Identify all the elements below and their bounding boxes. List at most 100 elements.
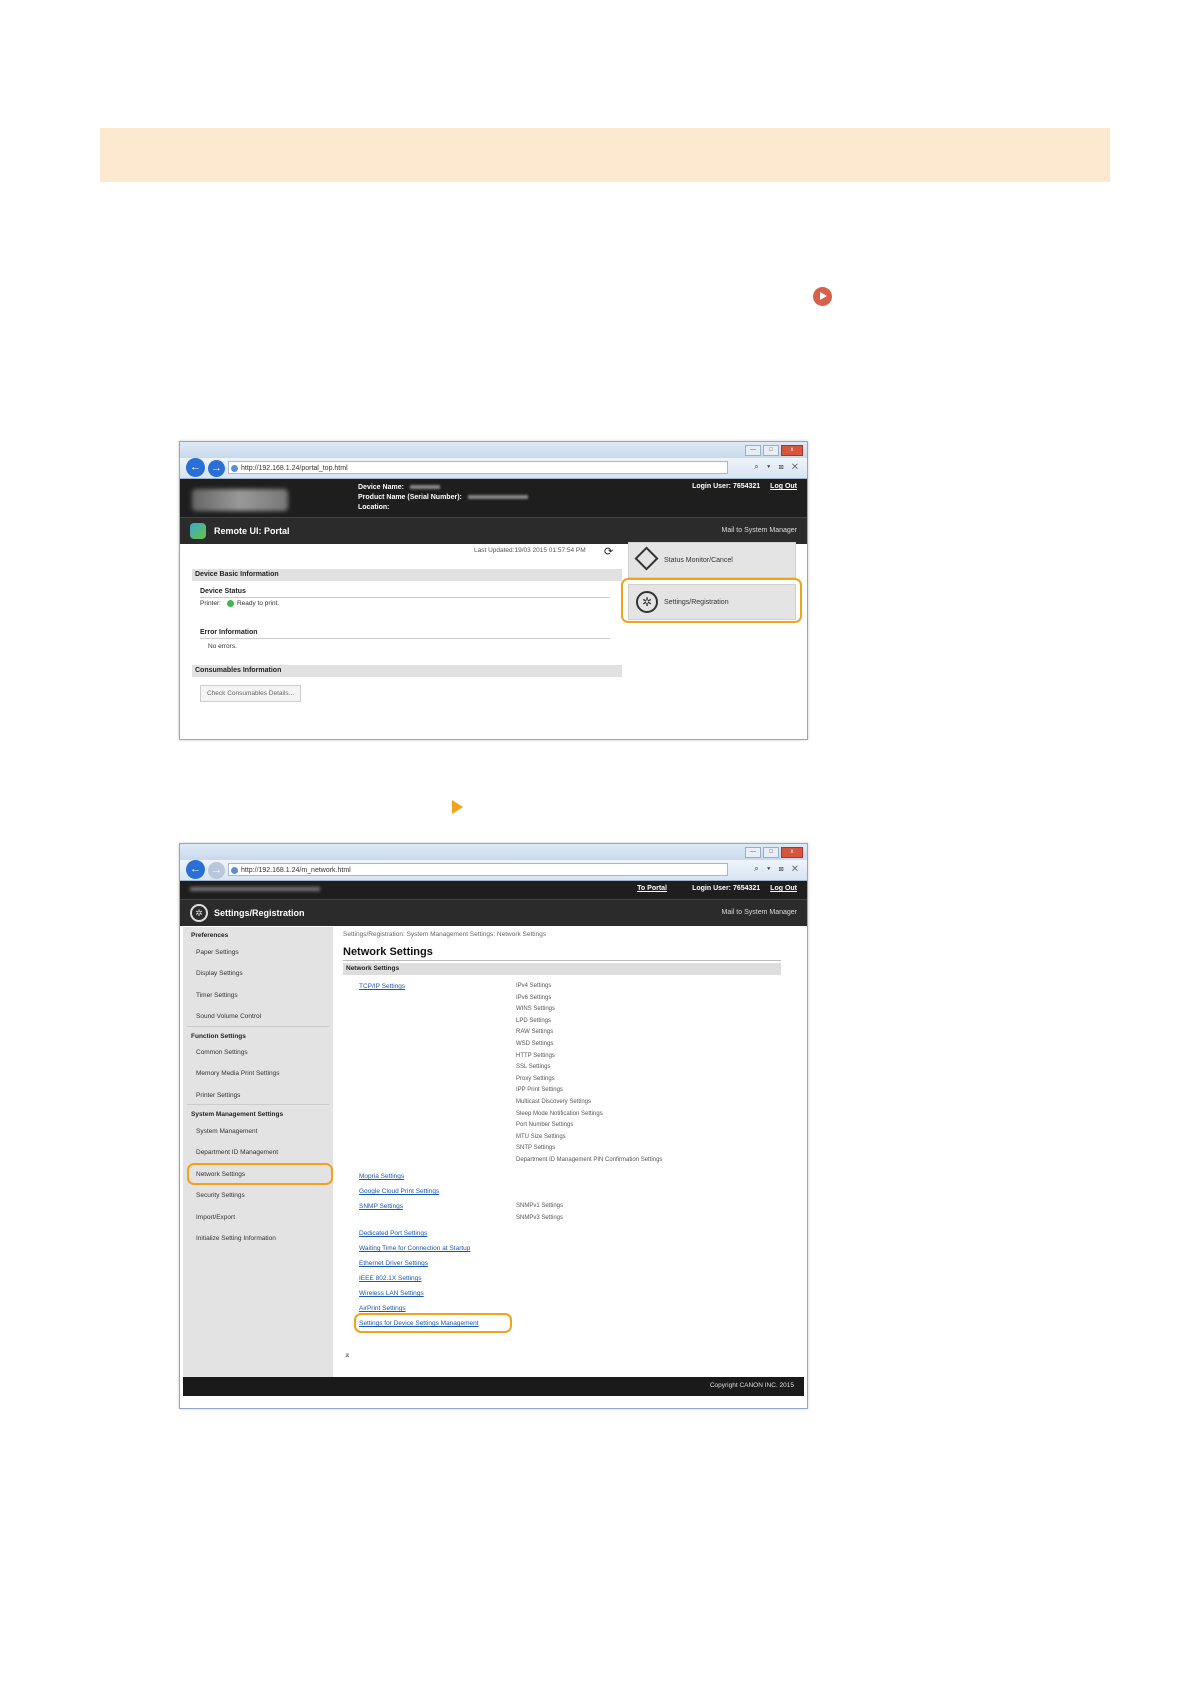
sidebar-item-system-management[interactable]: System Management — [196, 1128, 257, 1135]
location-label: Location: — [358, 504, 390, 511]
close-button[interactable]: x — [781, 847, 803, 858]
portal-title: Remote UI: Portal — [214, 526, 290, 536]
portal-title-bar: Remote UI: Portal Mail to System Manager — [180, 517, 807, 544]
error-info-heading: Error Information — [200, 629, 258, 636]
browser-tools-icons[interactable]: ⌕ ▾ ⊠ ✕ — [754, 864, 801, 874]
status-monitor-label: Status Monitor/Cancel — [664, 557, 733, 564]
sidebar-group-system: System Management Settings — [191, 1111, 284, 1118]
logout-link[interactable]: Log Out — [770, 483, 797, 490]
list-item: SNMPv3 Settings — [516, 1214, 564, 1221]
minimize-button[interactable]: — — [745, 847, 761, 858]
back-button[interactable]: ← — [186, 860, 205, 879]
device-name-label: Device Name: — [358, 484, 404, 491]
printer-status-text: Ready to print. — [236, 600, 280, 608]
mail-system-manager-link[interactable]: Mail to System Manager — [722, 909, 797, 916]
network-settings-highlight — [187, 1163, 333, 1185]
play-circle-icon[interactable] — [813, 287, 832, 306]
settings-title-bar: ✲ Settings/Registration Mail to System M… — [180, 899, 807, 926]
sidebar-item-display-settings[interactable]: Display Settings — [196, 970, 243, 977]
settings-body: Preferences Paper Settings Display Setti… — [180, 927, 807, 1377]
status-monitor-button[interactable]: Status Monitor/Cancel — [628, 542, 796, 578]
sidebar-item-common-settings[interactable]: Common Settings — [196, 1049, 248, 1056]
settings-registration-highlight — [621, 578, 802, 623]
login-user-label: Login User: — [692, 885, 731, 892]
ethernet-driver-link[interactable]: Ethernet Driver Settings — [359, 1260, 428, 1267]
forward-button[interactable]: → — [208, 862, 225, 879]
login-user-value: 7654321 — [732, 885, 761, 892]
to-portal-link[interactable]: To Portal — [637, 885, 667, 892]
back-to-top-icon[interactable]: ⌅ — [344, 1350, 351, 1359]
list-item: HTTP Settings — [516, 1052, 555, 1059]
login-user-value: 7654321 — [732, 483, 761, 490]
portal-icon — [190, 523, 206, 539]
forward-button[interactable]: → — [208, 460, 225, 477]
login-user-label: Login User: — [692, 483, 731, 490]
snmp-settings-link[interactable]: SNMP Settings — [359, 1203, 403, 1210]
logout-link[interactable]: Log Out — [770, 885, 797, 892]
sidebar-item-security-settings[interactable]: Security Settings — [196, 1192, 245, 1199]
maximize-button[interactable]: □ — [763, 445, 779, 456]
status-monitor-icon — [634, 546, 659, 571]
waiting-time-link[interactable]: Waiting Time for Connection at Startup — [359, 1245, 470, 1252]
page-title: Network Settings — [343, 946, 433, 958]
sidebar-item-import-export[interactable]: Import/Export — [196, 1214, 235, 1221]
ieee-8021x-link[interactable]: IEEE 802.1X Settings — [359, 1275, 422, 1282]
url-text: http://192.168.1.24/portal_top.html — [241, 465, 348, 472]
list-item: Port Number Settings — [516, 1122, 574, 1129]
airprint-settings-link[interactable]: AirPrint Settings — [359, 1305, 406, 1312]
settings-main: Settings/Registration: System Management… — [343, 927, 795, 1377]
url-text: http://192.168.1.24/m_network.html — [241, 867, 351, 874]
login-info: Login User: 7654321 Log Out — [692, 885, 797, 892]
sidebar-item-department-id[interactable]: Department ID Management — [196, 1149, 278, 1156]
google-cloud-print-link[interactable]: Google Cloud Print Settings — [359, 1188, 439, 1195]
wireless-lan-link[interactable]: Wireless LAN Settings — [359, 1290, 424, 1297]
list-item: Sleep Mode Notification Settings — [516, 1110, 603, 1117]
close-button[interactable]: x — [781, 445, 803, 456]
list-item: SSL Settings — [516, 1064, 551, 1071]
snmp-sub-list: SNMPv1 Settings SNMPv3 Settings — [516, 1201, 563, 1224]
device-settings-management-highlight — [354, 1313, 512, 1333]
url-field[interactable]: http://192.168.1.24/m_network.html — [228, 863, 728, 876]
sidebar-group-preferences: Preferences — [191, 932, 229, 939]
tcpip-sub-list: IPv4 Settings IPv6 Settings WINS Setting… — [516, 981, 662, 1167]
list-item: IPv4 Settings — [516, 983, 552, 989]
footer: Copyright CANON INC. 2015 — [183, 1377, 804, 1396]
minimize-button[interactable]: — — [745, 445, 761, 456]
login-info: Login User: 7654321 Log Out — [692, 483, 797, 490]
tcpip-settings-link[interactable]: TCP/IP Settings — [359, 983, 405, 990]
list-item: SNMPv1 Settings — [516, 1203, 564, 1209]
list-item: Multicast Discovery Settings — [516, 1098, 592, 1105]
window-titlebar: — □ x — [180, 442, 807, 458]
url-field[interactable]: http://192.168.1.24/portal_top.html — [228, 461, 728, 474]
status-ok-icon — [226, 600, 234, 607]
maximize-button[interactable]: □ — [763, 847, 779, 858]
mail-system-manager-link[interactable]: Mail to System Manager — [722, 527, 797, 534]
browser-tools-icons[interactable]: ⌕ ▾ ⊠ ✕ — [754, 462, 801, 472]
portal-screenshot: — □ x ← → http://192.168.1.24/portal_top… — [179, 441, 808, 740]
product-name-label: Product Name (Serial Number): — [358, 494, 462, 501]
printer-label: Printer: — [200, 600, 221, 608]
no-errors-text: No errors. — [208, 643, 237, 650]
section-header-banner — [100, 128, 1110, 182]
settings-gear-icon: ✲ — [190, 904, 208, 922]
sidebar-item-timer-settings[interactable]: Timer Settings — [196, 992, 238, 999]
copyright: Copyright CANON INC. 2015 — [709, 1382, 794, 1389]
back-button[interactable]: ← — [186, 458, 205, 477]
dedicated-port-link[interactable]: Dedicated Port Settings — [359, 1230, 427, 1237]
mopria-settings-link[interactable]: Mopria Settings — [359, 1173, 404, 1180]
list-item: LPD Settings — [516, 1017, 552, 1024]
window-titlebar: — □ x — [180, 844, 807, 860]
refresh-icon[interactable]: ⟳ — [604, 545, 613, 558]
consumables-info-bar: Consumables Information — [192, 665, 622, 677]
sidebar-item-initialize[interactable]: Initialize Setting Information — [196, 1235, 276, 1242]
sidebar-item-printer-settings[interactable]: Printer Settings — [196, 1092, 240, 1099]
device-basic-info-bar: Device Basic Information — [192, 569, 622, 581]
ie-icon — [231, 867, 238, 874]
sidebar-item-memory-media[interactable]: Memory Media Print Settings — [196, 1070, 279, 1077]
brand-logo — [192, 489, 288, 511]
list-item: Department ID Management PIN Confirmatio… — [516, 1156, 663, 1163]
arrow-right-icon — [452, 800, 463, 814]
sidebar-item-sound-volume[interactable]: Sound Volume Control — [196, 1013, 261, 1020]
sidebar-item-paper-settings[interactable]: Paper Settings — [196, 949, 239, 956]
address-bar: ← → http://192.168.1.24/m_network.html ⌕… — [180, 860, 807, 881]
